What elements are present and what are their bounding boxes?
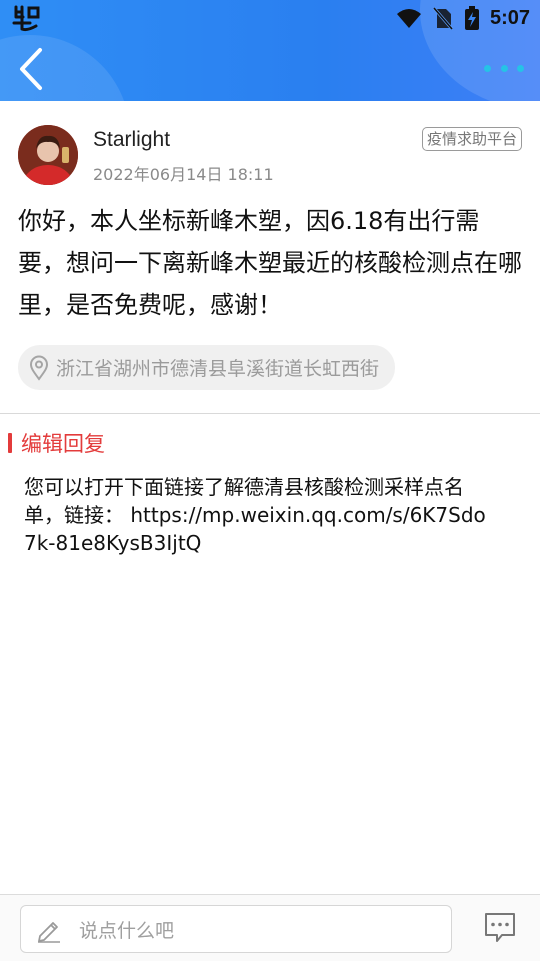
pencil-icon xyxy=(38,922,60,943)
status-time: 5:07 xyxy=(489,6,530,29)
reply-marker xyxy=(8,433,12,453)
avatar[interactable] xyxy=(18,125,78,185)
location-tag[interactable]: 浙江省湖州市德清县阜溪街道长虹西街 xyxy=(18,345,396,390)
bottom-bar: 说点什么吧 xyxy=(0,894,540,961)
chevron-left-icon xyxy=(20,48,42,90)
header: 5:07 xyxy=(0,0,540,101)
status-icons: 5:07 xyxy=(396,4,530,32)
more-button[interactable] xyxy=(484,55,524,81)
post-time: 2022年06月14日 18:11 xyxy=(93,165,274,184)
location-pin-icon xyxy=(29,355,49,381)
divider xyxy=(0,413,540,414)
post-content: 你好，本人坐标新峰木塑，因6.18有出行需要，想问一下离新峰木塑最近的核酸检测点… xyxy=(18,207,522,319)
more-dots-icon xyxy=(484,64,491,72)
location-text: 浙江省湖州市德清县阜溪街道长虹西街 xyxy=(56,358,380,380)
battery-charging-icon xyxy=(464,6,479,30)
avatar-image xyxy=(18,125,78,185)
status-bar: 5:07 xyxy=(0,0,540,36)
more-dots-icon xyxy=(500,64,508,72)
back-button[interactable] xyxy=(14,46,50,92)
comment-placeholder: 说点什么吧 xyxy=(79,919,175,942)
author-name[interactable]: Starlight xyxy=(93,128,170,152)
no-sim-icon xyxy=(432,7,454,30)
app-logo-icon xyxy=(12,5,40,32)
reply-content[interactable]: 您可以打开下面链接了解德清县核酸检测采样点名单，链接： https://mp.w… xyxy=(24,473,494,557)
platform-tag: 疫情求助平台 xyxy=(421,127,522,151)
wifi-icon xyxy=(396,9,421,28)
reply-title: 编辑回复 xyxy=(21,432,105,456)
comment-icon xyxy=(485,913,515,942)
comment-button[interactable] xyxy=(482,909,518,945)
more-dots-icon xyxy=(517,64,524,72)
comment-input[interactable]: 说点什么吧 xyxy=(20,905,452,953)
